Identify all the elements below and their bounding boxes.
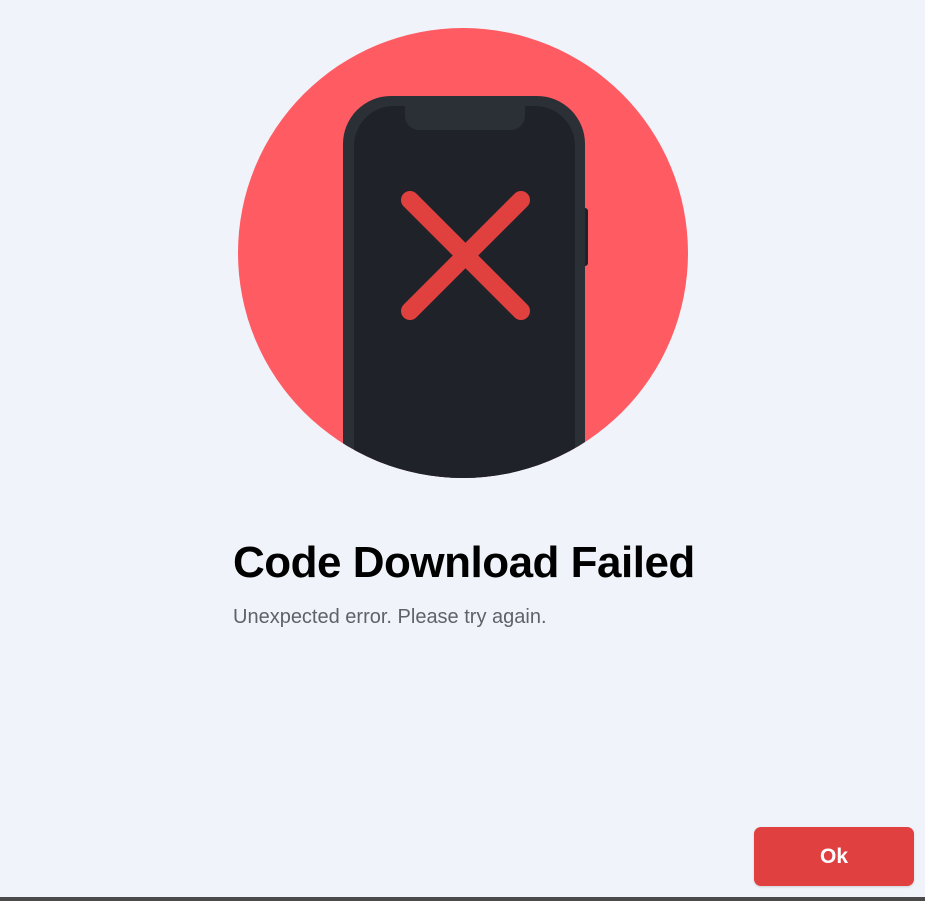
ok-button[interactable]: Ok [754,827,914,886]
dialog-message: Unexpected error. Please try again. [233,606,547,628]
error-dialog: Code Download Failed Unexpected error. P… [0,0,925,901]
window-bottom-edge [0,897,925,901]
phone-error-illustration [238,28,688,478]
dialog-title: Code Download Failed [233,538,695,587]
phone-error-icon [238,28,688,478]
phone-graphic [343,96,588,478]
